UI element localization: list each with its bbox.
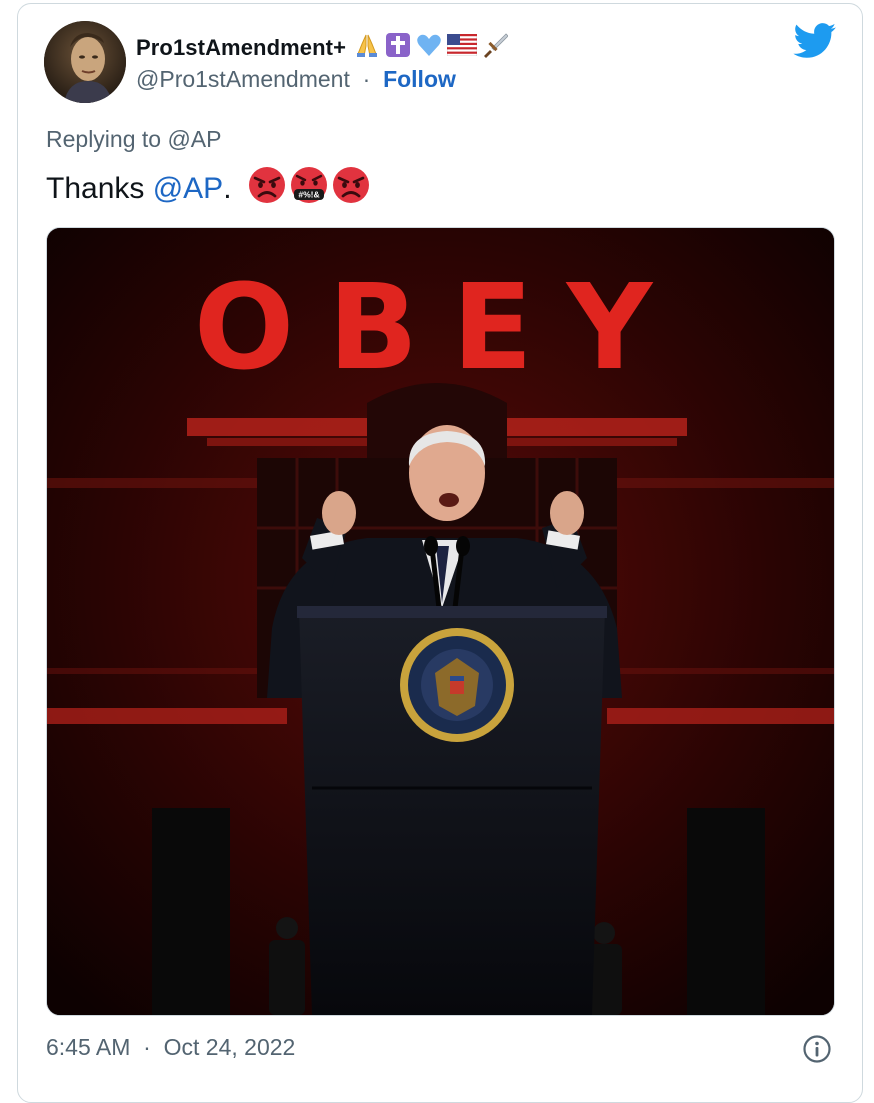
author-display-name[interactable]: Pro1stAmendment+ bbox=[136, 35, 346, 61]
timestamp-separator: · bbox=[136, 1034, 158, 1060]
blue-heart-icon bbox=[416, 32, 442, 63]
us-flag-icon bbox=[446, 33, 478, 61]
angry-face-icon bbox=[332, 166, 370, 212]
author-name-row[interactable]: Pro1stAmendment+ bbox=[136, 32, 509, 63]
tweet-text-suffix: . bbox=[223, 172, 232, 205]
mention-link[interactable]: @AP bbox=[153, 172, 223, 206]
face-with-symbols-icon: #%!& bbox=[290, 166, 328, 212]
handle-separator: · bbox=[356, 66, 377, 92]
tweet-date[interactable]: Oct 24, 2022 bbox=[164, 1034, 296, 1060]
dagger-icon bbox=[482, 32, 509, 63]
angry-face-icon bbox=[248, 166, 286, 212]
author-handle[interactable]: @Pro1stAmendment bbox=[136, 66, 350, 92]
info-icon[interactable] bbox=[802, 1034, 832, 1069]
timestamp[interactable]: 6:45 AM · Oct 24, 2022 bbox=[46, 1034, 295, 1061]
tweet-text: Thanks @AP . #%!& bbox=[46, 166, 370, 212]
symbols-text: #%!& bbox=[298, 190, 319, 200]
folded-hands-icon bbox=[354, 32, 380, 63]
follow-link[interactable]: Follow bbox=[383, 66, 456, 92]
tweet-time[interactable]: 6:45 AM bbox=[46, 1034, 130, 1060]
avatar[interactable] bbox=[44, 21, 126, 103]
obey-sign-text: OBEY bbox=[194, 258, 686, 396]
latin-cross-icon bbox=[385, 32, 411, 63]
replying-to[interactable]: Replying to @AP bbox=[46, 126, 222, 153]
tweet-photo[interactable]: OBEY bbox=[46, 227, 835, 1016]
author-handle-row: @Pro1stAmendment · Follow bbox=[136, 66, 456, 93]
tweet-text-prefix: Thanks bbox=[46, 172, 153, 205]
twitter-logo-icon[interactable] bbox=[793, 23, 837, 64]
